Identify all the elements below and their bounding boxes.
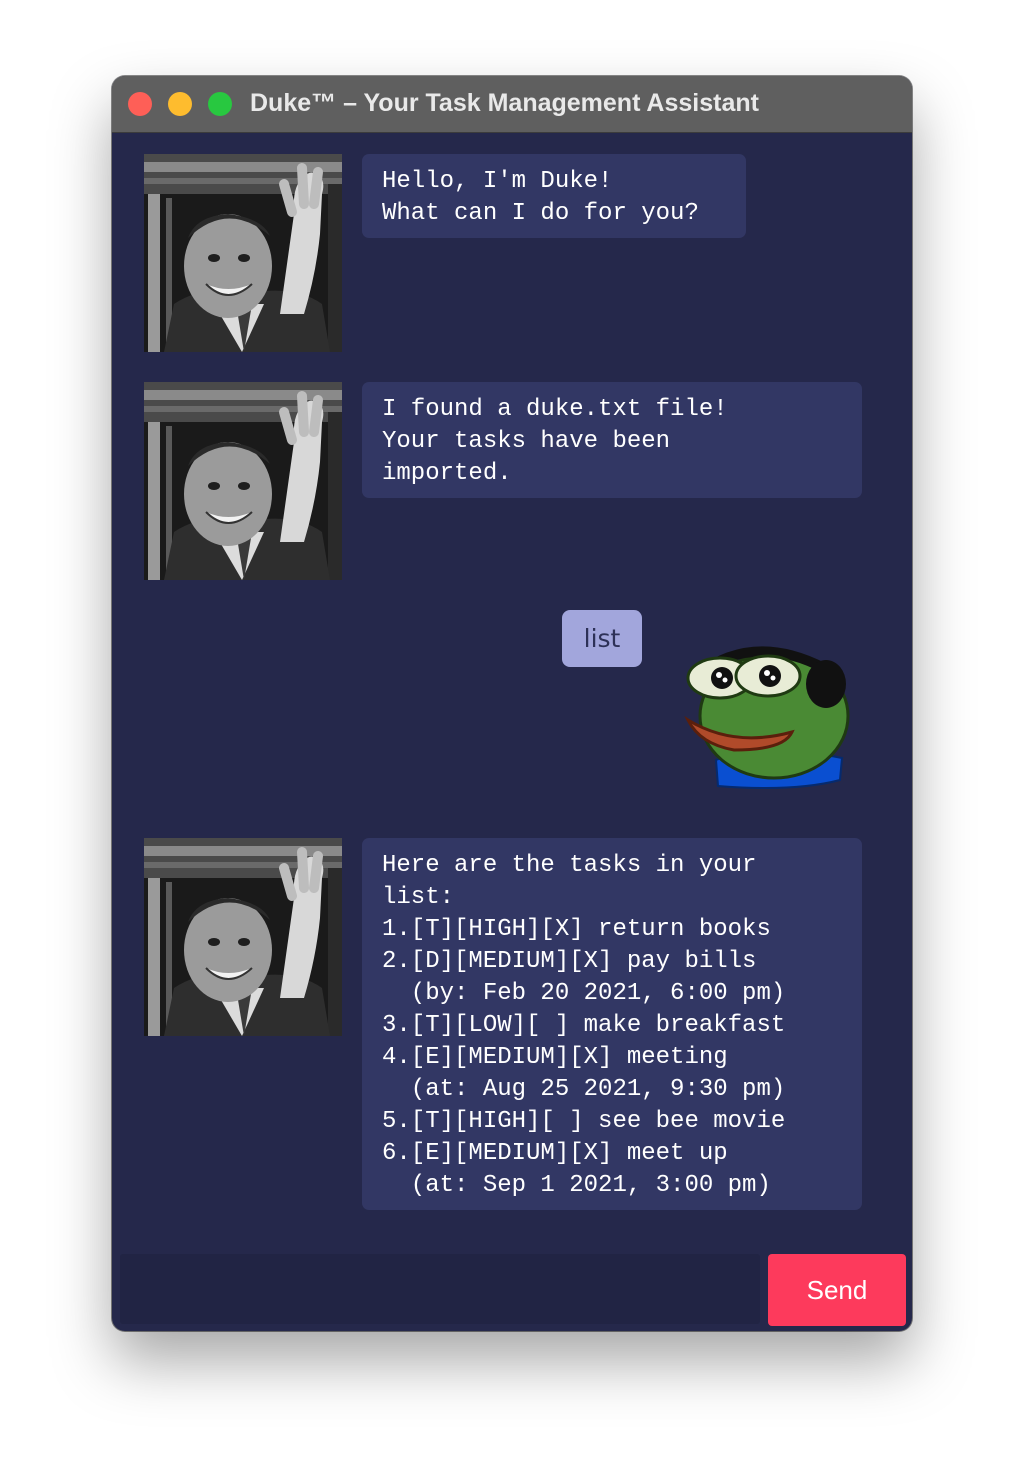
- title-bar: Duke™ – Your Task Management Assistant: [112, 76, 912, 133]
- minimize-window-button[interactable]: [168, 92, 192, 116]
- window-title: Duke™ – Your Task Management Assistant: [250, 89, 759, 117]
- pepe-avatar-icon: [684, 646, 850, 789]
- duke-avatar-icon: [144, 154, 342, 352]
- user-message-bubble: list: [562, 610, 642, 667]
- duke-message-bubble: Here are the tasks in your list: 1.[T][H…: [362, 838, 862, 1210]
- duke-avatar-icon: [144, 382, 342, 580]
- duke-avatar-icon: [144, 838, 342, 1036]
- send-button[interactable]: Send: [768, 1254, 906, 1326]
- duke-message-bubble: Hello, I'm Duke! What can I do for you?: [362, 154, 746, 238]
- close-window-button[interactable]: [128, 92, 152, 116]
- duke-message-bubble: I found a duke.txt file! Your tasks have…: [362, 382, 862, 498]
- app-window: Duke™ – Your Task Management Assistant H…: [112, 76, 912, 1331]
- message-input[interactable]: [120, 1254, 760, 1324]
- zoom-window-button[interactable]: [208, 92, 232, 116]
